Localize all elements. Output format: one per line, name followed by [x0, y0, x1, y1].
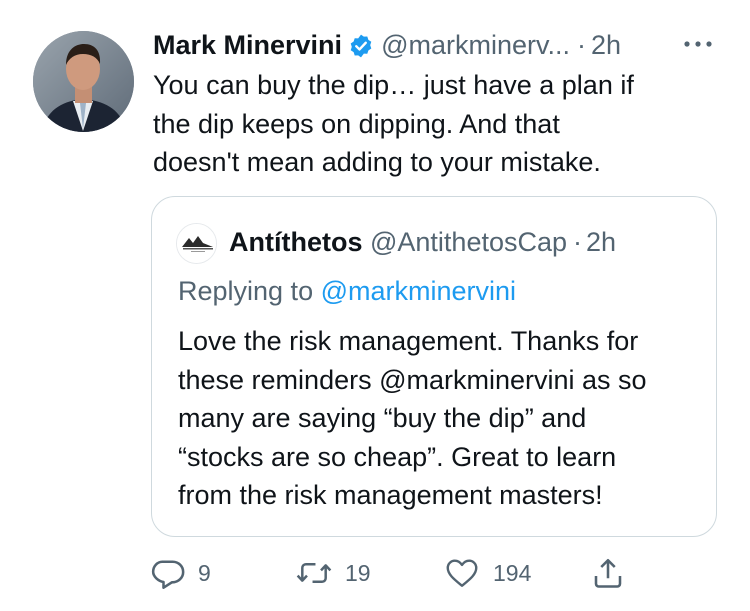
reply-icon: [150, 555, 186, 591]
quoted-header-separator: ·: [573, 227, 583, 257]
author-handle[interactable]: @markminerv...: [381, 27, 570, 63]
quoted-replying-to: Replying to @markminervini: [178, 273, 516, 309]
quoted-text: Love the risk management. Thanks for the…: [178, 326, 647, 510]
like-button[interactable]: 194: [443, 553, 531, 593]
reply-button[interactable]: 9: [150, 553, 211, 593]
more-horizontal-icon[interactable]: [680, 30, 716, 58]
quoted-timestamp[interactable]: 2h: [586, 227, 616, 257]
replying-to-label: Replying to: [178, 276, 321, 306]
retweet-icon: [295, 555, 333, 591]
quoted-author-name[interactable]: Antíthetos: [229, 227, 362, 257]
reply-count: 9: [198, 559, 211, 586]
tweet-timestamp[interactable]: 2h: [591, 27, 621, 63]
tweet-actions: 9 19 194: [150, 553, 650, 593]
verified-badge-icon: [348, 32, 374, 58]
like-count: 194: [493, 559, 532, 586]
author-name[interactable]: Mark Minervini: [153, 27, 342, 63]
header-separator: ·: [576, 30, 586, 60]
quoted-author-avatar: [176, 223, 217, 264]
author-avatar[interactable]: [33, 31, 134, 132]
quoted-header: Antíthetos @AntithetosCap · 2h: [229, 224, 616, 260]
retweet-count: 19: [345, 559, 371, 586]
tweet-header: Mark Minervini @markminerv... · 2h: [153, 27, 621, 63]
replying-to-mention-link[interactable]: @markminervini: [321, 276, 516, 306]
share-button[interactable]: [590, 553, 626, 593]
retweet-button[interactable]: 19: [295, 553, 371, 593]
quoted-tweet[interactable]: Antíthetos @AntithetosCap · 2h Replying to…: [151, 196, 717, 537]
quoted-author-handle[interactable]: @AntithetosCap: [370, 227, 567, 257]
tweet[interactable]: Mark Minervini @markminerv... · 2h You c…: [0, 0, 750, 611]
heart-icon: [443, 555, 481, 591]
share-icon: [590, 555, 626, 591]
tweet-text: You can buy the dip… just have a plan if…: [153, 70, 634, 177]
